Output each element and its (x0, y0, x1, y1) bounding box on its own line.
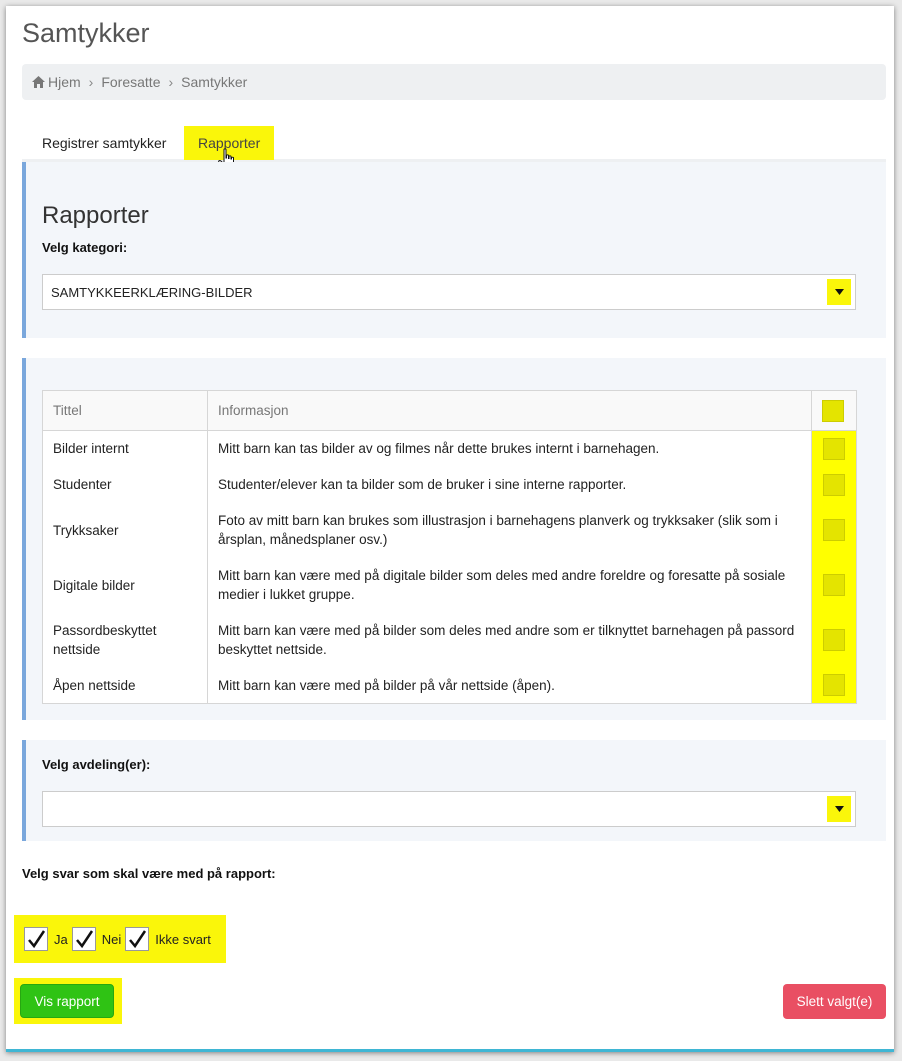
checkmark-icon (75, 930, 93, 949)
chevron-right-icon: › (88, 74, 94, 90)
app-window: Samtykker Hjem › Foresatte › Samtykker R… (6, 6, 894, 1052)
row-checkbox[interactable] (823, 629, 845, 651)
svar-label: Velg svar som skal være med på rapport: (22, 866, 276, 881)
row-checkbox-cell (811, 612, 857, 668)
ikke-svart-label: Ikke svart (155, 931, 211, 947)
ikke-svart-checkbox[interactable] (125, 927, 150, 951)
avdeling-label: Velg avdeling(er): (42, 757, 151, 772)
row-title: Passordbeskyttet nettside (42, 612, 208, 668)
table-row: Trykksaker Foto av mitt barn kan brukes … (42, 502, 857, 558)
slett-valgte-button[interactable]: Slett valgt(e) (783, 984, 886, 1019)
row-info: Mitt barn kan være med på digitale bilde… (207, 557, 812, 613)
chevron-right-icon: › (168, 74, 174, 90)
row-title: Bilder internt (42, 430, 208, 467)
ja-checkbox[interactable] (24, 927, 48, 951)
column-header-tittel: Tittel (42, 390, 208, 431)
row-checkbox[interactable] (823, 519, 845, 541)
row-checkbox-cell (811, 466, 857, 503)
row-info: Mitt barn kan være med på bilder som del… (207, 612, 812, 668)
row-checkbox-cell (811, 557, 857, 613)
row-info: Foto av mitt barn kan brukes som illustr… (207, 502, 812, 558)
svar-options: Ja Nei Ikke svart (14, 915, 226, 963)
select-all-checkbox-cell (811, 390, 857, 431)
category-label: Velg kategori: (42, 240, 128, 255)
consent-table: Tittel Informasjon Bilder internt Mitt b… (42, 390, 857, 704)
home-icon[interactable] (32, 76, 45, 88)
row-title: Studenter (42, 466, 208, 503)
row-checkbox[interactable] (823, 437, 845, 460)
row-info: Mitt barn kan tas bilder av og filmes nå… (207, 430, 812, 467)
row-title: Digitale bilder (42, 557, 208, 613)
row-checkbox[interactable] (823, 674, 845, 697)
table-row: Digitale bilder Mitt barn kan være med p… (42, 557, 857, 613)
avdeling-panel: Velg avdeling(er): (22, 740, 886, 841)
nei-label: Nei (101, 931, 122, 947)
table-row: Åpen nettside Mitt barn kan være med på … (42, 667, 857, 704)
row-checkbox-cell (811, 667, 857, 704)
column-header-informasjon: Informasjon (207, 390, 812, 431)
caret-down-icon[interactable] (827, 796, 851, 822)
nei-checkbox[interactable] (71, 927, 96, 951)
breadcrumb-item-samtykker: Samtykker (181, 74, 248, 90)
rapporter-panel: Rapporter Velg kategori: SAMTYKKEERKLÆRI… (22, 162, 886, 338)
page-title: Samtykker (22, 18, 150, 48)
row-checkbox-cell (811, 502, 857, 558)
vis-rapport-button[interactable]: Vis rapport (20, 984, 114, 1018)
breadcrumb: Hjem › Foresatte › Samtykker (22, 64, 886, 100)
tab-bar: Registrer samtykker Rapporter (22, 126, 886, 162)
table-header-row: Tittel Informasjon (42, 390, 857, 431)
caret-down-icon[interactable] (827, 279, 851, 305)
rapporter-heading: Rapporter (42, 202, 149, 229)
row-checkbox-cell (811, 430, 857, 467)
consent-table-panel: Tittel Informasjon Bilder internt Mitt b… (22, 358, 886, 720)
row-info: Mitt barn kan være med på bilder på vår … (207, 667, 812, 704)
select-all-checkbox[interactable] (822, 399, 844, 422)
row-info: Studenter/elever kan ta bilder som de br… (207, 466, 812, 503)
row-checkbox[interactable] (823, 574, 845, 596)
breadcrumb-item-foresatte[interactable]: Foresatte (101, 74, 160, 90)
table-row: Passordbeskyttet nettside Mitt barn kan … (42, 612, 857, 668)
avdeling-select[interactable] (42, 791, 856, 827)
checkmark-icon (28, 930, 46, 949)
row-title: Åpen nettside (42, 667, 208, 704)
row-title: Trykksaker (42, 502, 208, 558)
tab-registrer-samtykker[interactable]: Registrer samtykker (28, 126, 180, 160)
ja-label: Ja (54, 931, 68, 947)
checkmark-icon (129, 930, 147, 949)
table-row: Bilder internt Mitt barn kan tas bilder … (42, 430, 857, 467)
category-select-value: SAMTYKKEERKLÆRING-BILDER (51, 284, 253, 300)
table-row: Studenter Studenter/elever kan ta bilder… (42, 466, 857, 503)
category-select[interactable]: SAMTYKKEERKLÆRING-BILDER (42, 274, 856, 310)
breadcrumb-item-hjem[interactable]: Hjem (48, 74, 81, 90)
vis-rapport-highlight: Vis rapport (14, 978, 122, 1024)
row-checkbox[interactable] (823, 473, 845, 496)
